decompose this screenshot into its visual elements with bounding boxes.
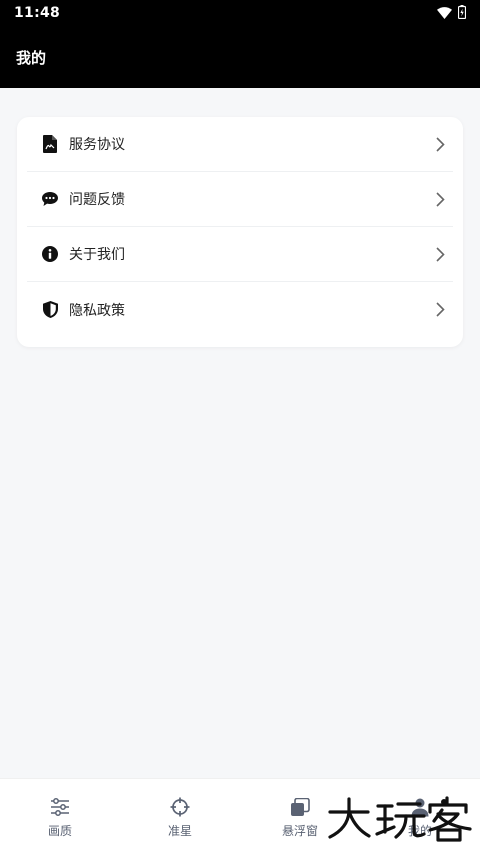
chevron-right-icon (433, 302, 447, 318)
chevron-right-icon (433, 136, 447, 152)
chat-bubble-icon (41, 190, 59, 208)
wifi-icon (437, 4, 452, 23)
tab-label: 准星 (167, 824, 192, 838)
tab-label: 画质 (47, 824, 72, 838)
status-bar: 11:48 (0, 0, 480, 26)
tab-label: 悬浮窗 (281, 824, 318, 838)
sliders-icon (49, 797, 71, 817)
battery-icon (457, 4, 467, 23)
tab-crosshair[interactable]: 准星 (120, 779, 240, 853)
menu-item-label: 问题反馈 (69, 192, 125, 208)
chevron-right-icon (433, 246, 447, 262)
menu-item-label: 隐私政策 (69, 302, 125, 319)
watermark-logo (326, 792, 476, 842)
status-time: 11:48 (14, 5, 61, 21)
app-bar: 我的 (0, 26, 480, 88)
menu-item-service-agreement[interactable]: 服务协议 (27, 117, 453, 172)
menu-item-about-us[interactable]: 关于我们 (27, 227, 453, 282)
document-icon (41, 135, 59, 153)
system-icons (437, 4, 467, 23)
floating-window-icon (289, 797, 311, 817)
menu-item-label: 关于我们 (69, 247, 125, 263)
chevron-right-icon (433, 191, 447, 207)
tab-image-quality[interactable]: 画质 (0, 779, 120, 853)
page-title: 我的 (16, 48, 47, 67)
menu-item-label: 服务协议 (69, 137, 125, 153)
menu-item-privacy-policy[interactable]: 隐私政策 (27, 282, 453, 337)
crosshair-icon (169, 797, 191, 817)
menu-card: 服务协议 问题反馈 关于我们 隐私政策 (17, 117, 463, 347)
menu-item-feedback[interactable]: 问题反馈 (27, 172, 453, 227)
info-icon (41, 245, 59, 263)
shield-icon (41, 301, 59, 319)
